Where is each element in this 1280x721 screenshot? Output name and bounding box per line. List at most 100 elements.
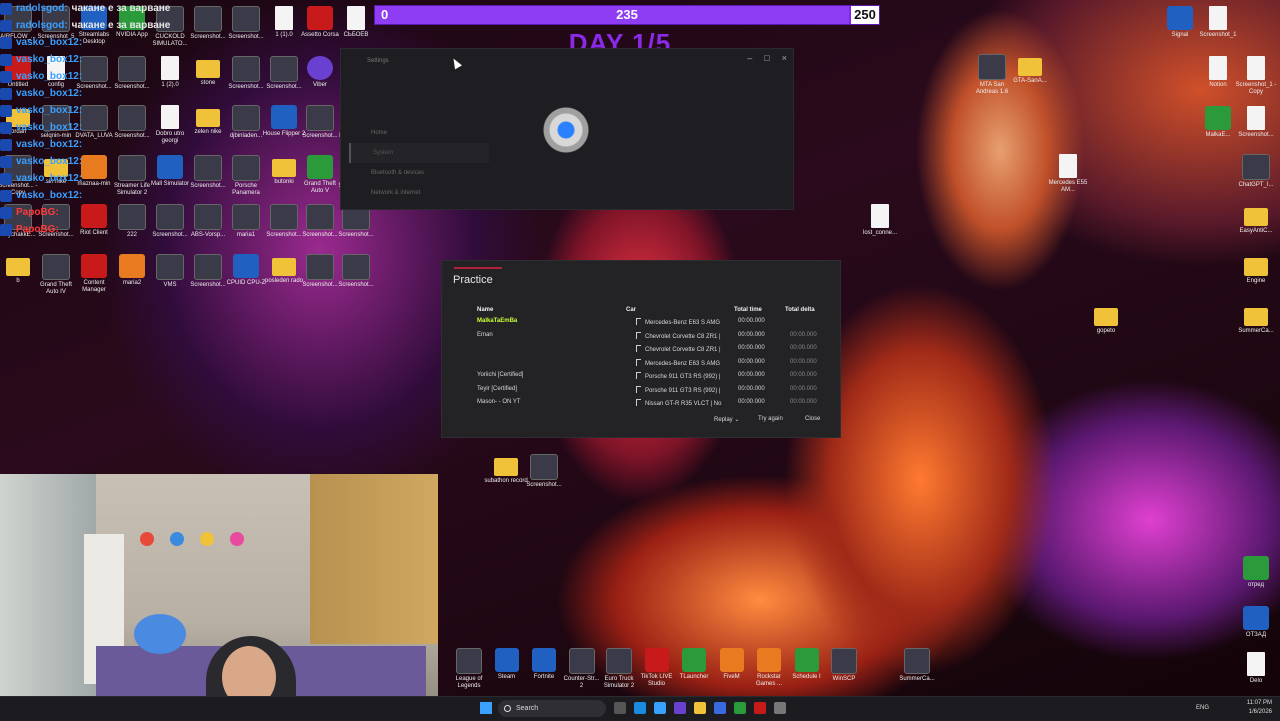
- chat-message: vasko_box12:: [0, 102, 200, 119]
- file-icon: [275, 6, 293, 30]
- pinned-app[interactable]: WinSCP: [825, 648, 863, 683]
- maximize-button[interactable]: □: [764, 53, 769, 63]
- pinned-app[interactable]: TLauncher: [675, 648, 713, 681]
- nav-home[interactable]: Home: [349, 123, 489, 143]
- pinned-app-icon[interactable]: [654, 702, 666, 714]
- desktop-icon[interactable]: Screenshot...: [334, 253, 378, 289]
- wall-decoration: [170, 532, 184, 546]
- desktop-icon[interactable]: Engine: [1234, 254, 1278, 285]
- desktop-icon[interactable]: Delo: [1234, 652, 1278, 685]
- chrome-icon[interactable]: [734, 702, 746, 714]
- app-icon: [232, 154, 260, 181]
- nav-system[interactable]: System: [349, 143, 489, 163]
- desktop-icon[interactable]: ОТЗАД: [1234, 606, 1278, 639]
- app-icon: [270, 55, 298, 82]
- pinned-app[interactable]: Schedule I: [788, 648, 826, 681]
- settings-gear-icon[interactable]: [774, 702, 786, 714]
- icon-label: Screenshot...: [1238, 132, 1274, 138]
- desktop-icon[interactable]: Screenshot...: [522, 454, 566, 489]
- edge-icon[interactable]: [634, 702, 646, 714]
- file-icon: [347, 6, 365, 30]
- app-icon: [232, 204, 260, 230]
- chat-username: vasko_box12:: [16, 139, 83, 150]
- title-accent: [454, 267, 502, 269]
- task-view-icon[interactable]: [614, 702, 626, 714]
- taskbar: Search ENG 11:07 PM 1/6/2026: [0, 696, 1280, 721]
- try-again-button[interactable]: Try again: [758, 416, 783, 422]
- desktop-icon[interactable]: SummerCa...: [1234, 304, 1278, 335]
- pinned-app-icon[interactable]: [754, 702, 766, 714]
- close-button[interactable]: Close: [805, 416, 820, 422]
- pinned-app-icon[interactable]: [714, 702, 726, 714]
- app-icon: [342, 253, 370, 280]
- language-indicator[interactable]: ENG: [1196, 705, 1209, 711]
- app-icon: [271, 105, 297, 129]
- app-icon: [232, 55, 260, 82]
- total-delta: 00:00.000: [790, 345, 817, 351]
- desktop-icon[interactable]: GTA-SanA...: [1008, 54, 1052, 85]
- pinned-app[interactable]: League of Legends: [450, 648, 488, 690]
- folder-icon: [1244, 308, 1268, 326]
- app-icon: [307, 154, 333, 179]
- app-icon: [232, 6, 260, 32]
- desktop-icon[interactable]: gopeto: [1084, 304, 1128, 335]
- icon-label: СЬБОЕВ: [343, 32, 369, 38]
- discord-icon[interactable]: [674, 702, 686, 714]
- chat-username: vasko_box12:: [16, 156, 83, 167]
- taskbar-search[interactable]: Search: [498, 700, 606, 717]
- pinned-app[interactable]: Steam: [488, 648, 526, 681]
- file-explorer-icon[interactable]: [694, 702, 706, 714]
- nav-bluetooth[interactable]: Bluetooth & devices: [349, 163, 489, 183]
- practice-title: Practice: [453, 274, 493, 286]
- practice-results-window: Practice Name Car Total time Total delta…: [441, 260, 841, 438]
- app-icon: [232, 105, 260, 131]
- webcam-wardrobe: [310, 474, 438, 644]
- badge-icon: [0, 104, 12, 117]
- settings-window[interactable]: Settings – □ × Home System Bluetooth & d…: [340, 48, 794, 210]
- badge-icon: [0, 206, 12, 219]
- pinned-app[interactable]: Fortnite: [525, 648, 563, 681]
- chat-username: PapoBG:: [16, 224, 59, 235]
- icon-label: GTA-SanA...: [1013, 78, 1047, 84]
- pinned-app[interactable]: FiveM: [713, 648, 751, 681]
- desktop-icon[interactable]: ChatGPT_I...: [1234, 154, 1278, 189]
- stream-chat-overlay: radolsgod: чакане е за варване radolsgod: ч…: [0, 0, 200, 236]
- folder-icon: [1094, 308, 1118, 326]
- pinned-app[interactable]: TikTok LIVE Studio: [638, 648, 676, 688]
- nav-network[interactable]: Network & internet: [349, 183, 489, 203]
- desktop-icon[interactable]: EasyAntiC...: [1234, 204, 1278, 235]
- app-label: FiveM: [723, 674, 740, 680]
- pinned-app[interactable]: SummerCa...: [898, 648, 936, 683]
- clock-time: 11:07 PM: [1246, 700, 1272, 706]
- desktop-icon[interactable]: lost_conne...: [858, 204, 902, 237]
- app-label: League of Legends: [455, 676, 483, 689]
- chat-message: vasko_box12:: [0, 170, 200, 187]
- total-time: 00:00.000: [738, 318, 765, 324]
- desktop-icon[interactable]: Screenshot...: [1234, 106, 1278, 139]
- folder-icon: [6, 257, 30, 276]
- start-button-icon[interactable]: [480, 702, 492, 714]
- app-icon: [306, 105, 334, 131]
- badge-icon: [0, 172, 12, 185]
- result-row: Teyir [Certified] Porsche 911 GT3 RS (992…: [442, 384, 840, 397]
- icon-label: отред: [1248, 582, 1264, 588]
- replay-button[interactable]: Replay ⌄: [714, 416, 739, 423]
- pinned-app[interactable]: Rockstar Games ...: [750, 648, 788, 688]
- app-label: TLauncher: [679, 674, 709, 680]
- system-clock[interactable]: 11:07 PM 1/6/2026: [1247, 699, 1272, 717]
- desktop-icon[interactable]: СЬБОЕВ: [334, 6, 378, 39]
- close-button[interactable]: ×: [782, 53, 787, 63]
- folder-icon: [272, 257, 296, 276]
- app-label: TikTok LIVE Studio: [640, 674, 673, 687]
- pinned-app[interactable]: Euro Truck Simulator 2: [600, 648, 638, 690]
- pinned-app[interactable]: Counter-Str... 2: [563, 648, 601, 690]
- desktop-icon[interactable]: Screenshot_1 - Copy: [1234, 56, 1278, 96]
- app-icon: [270, 204, 298, 230]
- file-icon: [1209, 6, 1227, 30]
- app-icon: [904, 648, 930, 674]
- desktop-icon[interactable]: Screenshot_1: [1196, 6, 1240, 39]
- file-icon: [871, 204, 889, 228]
- desktop-icon[interactable]: Mercedes E55 AM...: [1046, 154, 1090, 194]
- desktop-icon[interactable]: отред: [1234, 556, 1278, 589]
- minimize-button[interactable]: –: [747, 53, 752, 63]
